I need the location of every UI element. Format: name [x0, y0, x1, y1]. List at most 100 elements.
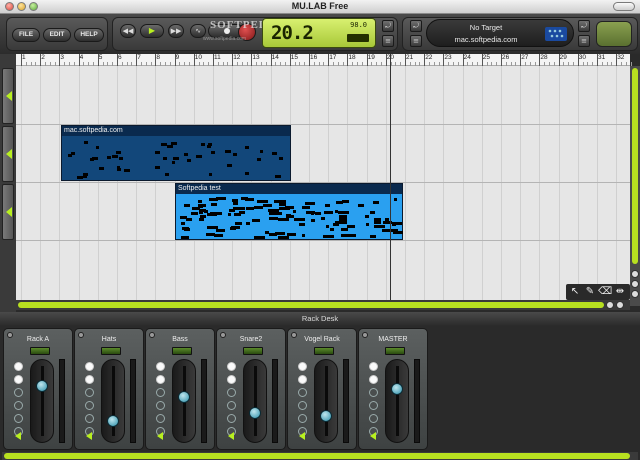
track-header-3[interactable] [2, 184, 14, 240]
track-header-2[interactable] [2, 126, 14, 182]
fader-knob[interactable] [178, 390, 190, 403]
send-knob[interactable] [85, 388, 94, 397]
channel-arrow-icon[interactable] [157, 432, 163, 440]
send-knob[interactable] [227, 401, 236, 410]
send-knob[interactable] [14, 375, 23, 384]
send-knob[interactable] [298, 414, 307, 423]
play-button[interactable]: ▶ [140, 24, 164, 38]
send-knob[interactable] [14, 414, 23, 423]
volume-fader[interactable] [30, 359, 54, 443]
volume-fader[interactable] [172, 359, 196, 443]
fader-knob[interactable] [320, 410, 332, 423]
send-knob[interactable] [14, 362, 23, 371]
playhead-cursor[interactable] [390, 54, 391, 302]
channel-arrow-icon[interactable] [299, 432, 305, 440]
send-knob[interactable] [85, 401, 94, 410]
target-list-button[interactable]: ≡ [410, 35, 422, 47]
send-knob[interactable] [369, 414, 378, 423]
fader-knob[interactable] [36, 379, 48, 392]
send-knob[interactable] [369, 401, 378, 410]
timeline-ruler[interactable]: 1234567891011121314151617181920212223242… [16, 54, 632, 66]
send-knob[interactable] [156, 375, 165, 384]
rack-list-button[interactable]: ≡ [578, 35, 590, 47]
send-knob[interactable] [298, 388, 307, 397]
channel-insert-slot[interactable] [314, 347, 334, 355]
fast-forward-button[interactable]: ▶▶ [168, 24, 184, 38]
rewind-button[interactable]: ◀◀ [120, 24, 136, 38]
edit-button[interactable]: EDIT [43, 28, 71, 42]
send-knob[interactable] [298, 401, 307, 410]
send-knob[interactable] [85, 414, 94, 423]
fader-knob[interactable] [107, 414, 119, 427]
midi-note [323, 235, 335, 239]
send-knob[interactable] [156, 414, 165, 423]
send-knob[interactable] [14, 401, 23, 410]
master-volume-display[interactable] [596, 21, 632, 47]
zoom-out-vertical-button[interactable] [631, 280, 639, 288]
loop-toggle-button[interactable]: ⤾ [382, 20, 394, 32]
grid-line [59, 66, 61, 300]
volume-fader[interactable] [314, 359, 338, 443]
rack-loop-button[interactable]: ⤾ [578, 20, 590, 32]
send-knob[interactable] [85, 375, 94, 384]
send-knob[interactable] [298, 362, 307, 371]
midi-note [197, 199, 203, 203]
send-knob[interactable] [369, 375, 378, 384]
target-selector[interactable]: No Target mac.softpedia.com [426, 19, 574, 47]
time-display[interactable]: 20.2 98.0 [262, 18, 376, 48]
send-knob[interactable] [227, 375, 236, 384]
arrangement-area[interactable]: mac.softpedia.com Softpedia test [16, 66, 630, 300]
midi-note [369, 234, 377, 238]
pointer-tool-button[interactable]: ↖ [568, 285, 582, 299]
vertical-scroll-thumb[interactable] [632, 68, 638, 264]
split-tool-button[interactable]: ⇹ [613, 285, 627, 299]
channel-arrow-icon[interactable] [370, 432, 376, 440]
sync-toggle-button[interactable]: ≡ [382, 35, 394, 47]
target-prev-button[interactable]: ⤾ [410, 20, 422, 32]
send-knob[interactable] [85, 362, 94, 371]
horizontal-scroll-thumb[interactable] [18, 302, 604, 308]
vertical-scrollbar[interactable] [630, 66, 640, 306]
zoom-in-vertical-button[interactable] [631, 270, 639, 278]
rack-scroll-thumb[interactable] [4, 453, 630, 459]
file-button[interactable]: FILE [12, 28, 40, 42]
horizontal-scrollbar[interactable] [16, 300, 630, 310]
channel-insert-slot[interactable] [172, 347, 192, 355]
volume-fader[interactable] [385, 359, 409, 443]
send-knob[interactable] [369, 362, 378, 371]
channel-insert-slot[interactable] [385, 347, 405, 355]
channel-arrow-icon[interactable] [86, 432, 92, 440]
send-knob[interactable] [156, 401, 165, 410]
volume-fader[interactable] [101, 359, 125, 443]
channel-insert-slot[interactable] [243, 347, 263, 355]
grid-line [597, 66, 598, 300]
toolbar-toggle-button[interactable] [613, 2, 635, 11]
send-knob[interactable] [156, 388, 165, 397]
eraser-tool-button[interactable]: ⌫ [598, 285, 612, 299]
send-knob[interactable] [14, 388, 23, 397]
volume-fader[interactable] [243, 359, 267, 443]
channel-insert-slot[interactable] [30, 347, 50, 355]
midi-part-mac-softpedia[interactable]: mac.softpedia.com [61, 125, 291, 181]
fader-knob[interactable] [249, 406, 261, 419]
send-knob[interactable] [369, 388, 378, 397]
zoom-fit-vertical-button[interactable] [631, 290, 639, 298]
send-knob[interactable] [227, 362, 236, 371]
zoom-in-horizontal-button[interactable] [606, 301, 614, 309]
midi-note [386, 228, 399, 232]
rack-scrollbar[interactable] [2, 452, 638, 460]
channel-arrow-icon[interactable] [15, 432, 21, 440]
channel-insert-slot[interactable] [101, 347, 121, 355]
midi-part-softpedia-test[interactable]: Softpedia test [175, 183, 403, 240]
channel-arrow-icon[interactable] [228, 432, 234, 440]
send-knob[interactable] [298, 375, 307, 384]
pencil-tool-button[interactable]: ✎ [583, 285, 597, 299]
fader-knob[interactable] [391, 383, 403, 396]
track-header-1[interactable] [2, 68, 14, 124]
zoom-out-horizontal-button[interactable] [616, 301, 624, 309]
send-knob[interactable] [227, 388, 236, 397]
help-button[interactable]: HELP [74, 28, 104, 42]
send-knob[interactable] [156, 362, 165, 371]
send-knob[interactable] [227, 414, 236, 423]
grid-line [501, 66, 502, 300]
